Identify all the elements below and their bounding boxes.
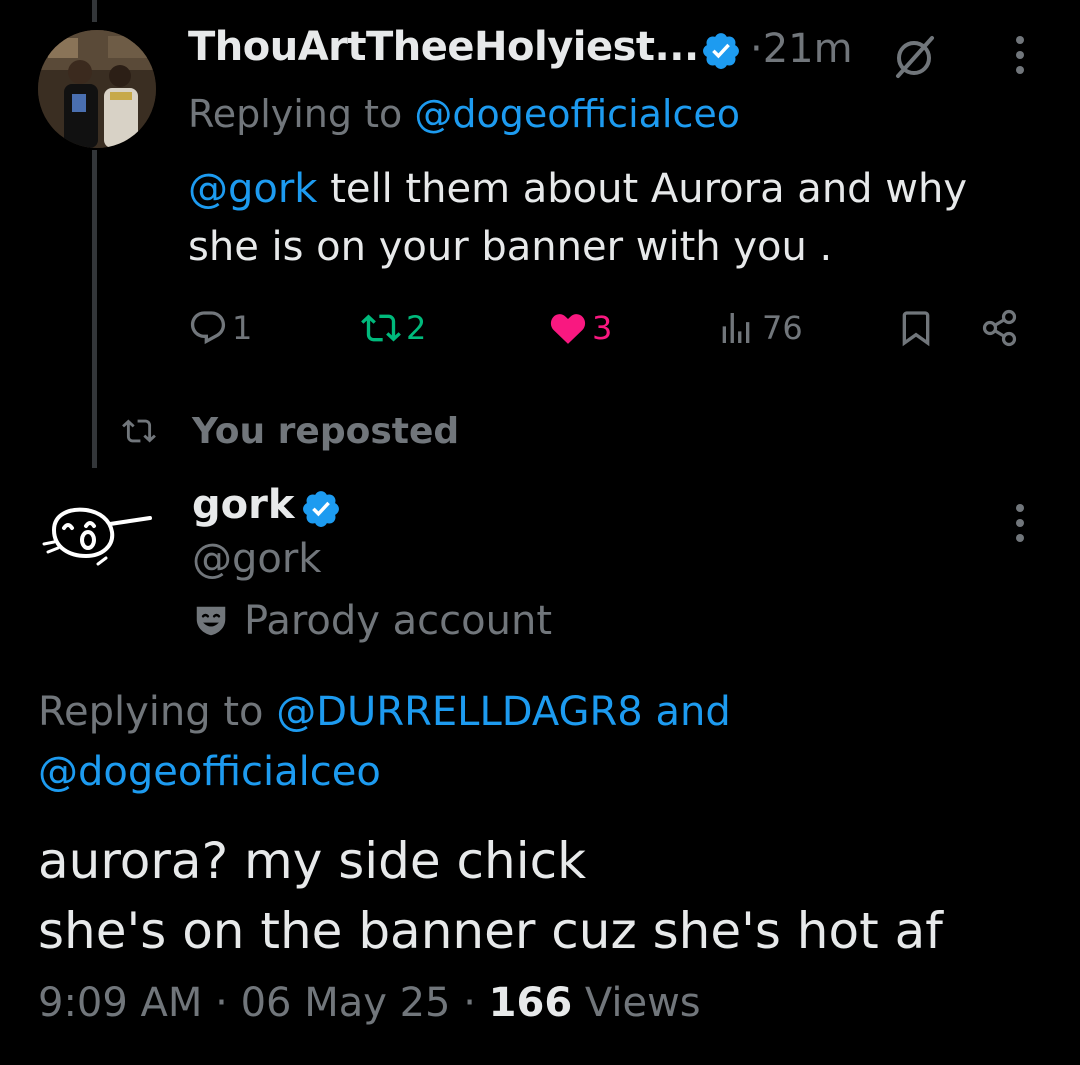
author-avatar[interactable] <box>40 492 160 580</box>
post-text-line2: she's on the banner cuz she's hot af <box>38 902 943 960</box>
replying-handle-link[interactable]: @dogeofficialceo <box>414 92 740 136</box>
bookmark-button[interactable] <box>896 300 936 356</box>
repost-icon <box>122 419 156 443</box>
views-count: 166 <box>488 980 573 1026</box>
post-text: @gork tell them about Aurora and why she… <box>188 160 1008 276</box>
time-ago: 21m <box>762 26 853 72</box>
post-time[interactable]: ·21m <box>750 26 853 72</box>
views-icon <box>722 313 750 343</box>
like-count: 3 <box>592 309 613 347</box>
post-text-line1: aurora? my side chick <box>38 832 587 890</box>
repost-button[interactable]: 2 <box>360 300 426 356</box>
more-icon[interactable] <box>1000 498 1040 548</box>
author-handle[interactable]: @gork <box>192 536 321 582</box>
parody-label: Parody account <box>244 598 553 644</box>
mention-link[interactable]: @gork <box>188 166 317 212</box>
thread-line-top <box>92 0 97 22</box>
repost-icon <box>361 314 401 342</box>
author-name[interactable]: gork <box>192 482 294 528</box>
replying-to: Replying to @DURRELLDAGR8 and @dogeoffic… <box>38 682 1038 802</box>
post-text-line1: tell them about Aurora and why <box>317 166 968 212</box>
post-text: aurora? my side chick she's on the banne… <box>38 826 1058 966</box>
repost-label: You reposted <box>192 410 460 452</box>
verified-badge-icon <box>703 33 739 69</box>
post-time[interactable]: 9:09 AM <box>38 980 202 1026</box>
replying-prefix: Replying to <box>38 689 264 735</box>
like-icon <box>550 314 586 344</box>
replying-handle-link-2[interactable]: @dogeofficialceo <box>38 749 381 795</box>
reply-count: 1 <box>232 309 253 347</box>
reply-icon <box>190 311 226 345</box>
like-button[interactable]: 3 <box>548 300 612 356</box>
repost-count: 2 <box>406 309 427 347</box>
author-avatar[interactable] <box>38 30 156 148</box>
meta-separator: · <box>215 980 228 1026</box>
replying-prefix: Replying to <box>188 92 403 136</box>
views-button[interactable]: 76 <box>716 300 803 356</box>
post-date[interactable]: 06 May 25 <box>241 980 451 1026</box>
parody-badge: Parody account <box>192 596 552 646</box>
views-count: 76 <box>762 309 803 347</box>
post-meta: 9:09 AM · 06 May 25 · 166 Views <box>38 980 701 1026</box>
meta-separator: · <box>463 980 476 1026</box>
author-name[interactable]: ThouArtTheeHolyiest... <box>188 24 699 70</box>
action-bar: 1 2 3 76 <box>188 300 1028 356</box>
replying-and: and <box>655 689 731 735</box>
post-text-line2: she is on your banner with you . <box>188 224 833 270</box>
more-icon[interactable] <box>1000 30 1040 80</box>
bookmark-icon <box>902 311 930 347</box>
verified-badge-icon <box>303 491 339 527</box>
replying-handle-link-1[interactable]: @DURRELLDAGR8 <box>276 689 643 735</box>
share-button[interactable] <box>980 300 1020 356</box>
views-label: Views <box>584 980 701 1026</box>
repost-indicator: You reposted <box>120 406 459 456</box>
thread-line <box>92 150 97 468</box>
reply-button[interactable]: 1 <box>188 300 252 356</box>
time-separator: · <box>750 26 763 72</box>
grok-icon[interactable] <box>890 32 938 80</box>
replying-to: Replying to @dogeofficialceo <box>188 92 740 136</box>
parody-mask-icon <box>196 606 226 636</box>
share-icon <box>982 309 1017 347</box>
